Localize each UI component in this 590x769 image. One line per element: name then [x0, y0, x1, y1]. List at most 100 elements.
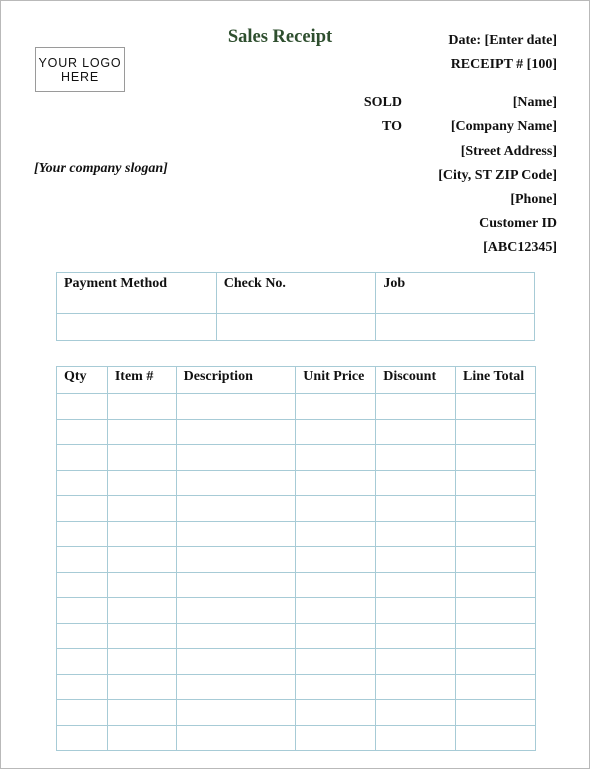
discount-cell[interactable] [375, 597, 457, 624]
description-cell[interactable] [175, 673, 297, 700]
line-total-cell[interactable] [455, 495, 536, 522]
item-number-cell[interactable] [106, 418, 177, 445]
customer-city[interactable]: [City, ST ZIP Code] [438, 168, 557, 184]
qty-cell[interactable] [56, 393, 108, 420]
discount-cell[interactable] [375, 469, 457, 496]
discount-cell[interactable] [375, 444, 457, 471]
qty-cell[interactable] [56, 622, 108, 649]
description-cell[interactable] [175, 648, 297, 675]
description-cell[interactable] [175, 444, 297, 471]
unit-price-cell[interactable] [295, 597, 377, 624]
discount-cell[interactable] [375, 546, 457, 573]
item-number-cell[interactable] [106, 699, 177, 726]
line-total-cell[interactable] [455, 393, 536, 420]
items-table: Qty Item # Description Unit Price Discou… [56, 366, 536, 751]
description-cell[interactable] [175, 546, 297, 573]
line-total-cell[interactable] [455, 546, 536, 573]
item-number-cell[interactable] [106, 648, 177, 675]
unit-price-cell[interactable] [295, 622, 377, 649]
line-total-cell[interactable] [455, 571, 536, 598]
customer-phone[interactable]: [Phone] [510, 192, 557, 208]
discount-cell[interactable] [375, 699, 457, 726]
date-field[interactable]: Date: [Enter date] [448, 33, 557, 49]
line-total-cell[interactable] [455, 622, 536, 649]
discount-cell[interactable] [375, 495, 457, 522]
unit-price-cell[interactable] [295, 571, 377, 598]
qty-cell[interactable] [56, 597, 108, 624]
item-number-cell[interactable] [106, 571, 177, 598]
description-cell[interactable] [175, 724, 297, 751]
unit-price-cell[interactable] [295, 495, 377, 522]
qty-cell[interactable] [56, 546, 108, 573]
item-number-cell[interactable] [106, 469, 177, 496]
check-no-cell[interactable] [215, 313, 377, 341]
description-cell[interactable] [175, 495, 297, 522]
item-number-cell[interactable] [106, 393, 177, 420]
qty-cell[interactable] [56, 469, 108, 496]
description-cell[interactable] [175, 597, 297, 624]
qty-cell[interactable] [56, 418, 108, 445]
item-number-cell[interactable] [106, 597, 177, 624]
qty-cell[interactable] [56, 520, 108, 547]
description-cell[interactable] [175, 520, 297, 547]
unit-price-cell[interactable] [295, 648, 377, 675]
company-slogan[interactable]: [Your company slogan] [34, 161, 168, 177]
logo-text-line2: HERE [61, 69, 99, 84]
unit-price-cell[interactable] [295, 418, 377, 445]
item-number-cell[interactable] [106, 520, 177, 547]
qty-cell[interactable] [56, 648, 108, 675]
unit-price-cell[interactable] [295, 520, 377, 547]
line-total-cell[interactable] [455, 699, 536, 726]
unit-price-cell[interactable] [295, 699, 377, 726]
discount-cell[interactable] [375, 622, 457, 649]
item-number-cell[interactable] [106, 673, 177, 700]
line-total-cell[interactable] [455, 418, 536, 445]
customer-company[interactable]: [Company Name] [451, 119, 557, 135]
qty-cell[interactable] [56, 444, 108, 471]
document-title: Sales Receipt [227, 27, 333, 47]
qty-cell[interactable] [56, 495, 108, 522]
item-number-cell[interactable] [106, 622, 177, 649]
qty-cell[interactable] [56, 673, 108, 700]
item-number-cell[interactable] [106, 724, 177, 751]
description-cell[interactable] [175, 393, 297, 420]
qty-cell[interactable] [56, 699, 108, 726]
receipt-number[interactable]: RECEIPT # [100] [451, 57, 557, 73]
discount-cell[interactable] [375, 724, 457, 751]
discount-cell[interactable] [375, 393, 457, 420]
discount-cell[interactable] [375, 520, 457, 547]
line-total-cell[interactable] [455, 648, 536, 675]
job-cell[interactable] [375, 313, 535, 341]
description-cell[interactable] [175, 469, 297, 496]
line-total-cell[interactable] [455, 469, 536, 496]
unit-price-cell[interactable] [295, 724, 377, 751]
customer-id[interactable]: [ABC12345] [483, 240, 557, 256]
unit-price-cell[interactable] [295, 673, 377, 700]
item-number-cell[interactable] [106, 546, 177, 573]
description-cell[interactable] [175, 418, 297, 445]
item-number-cell[interactable] [106, 444, 177, 471]
line-total-cell[interactable] [455, 724, 536, 751]
qty-cell[interactable] [56, 724, 108, 751]
line-total-cell[interactable] [455, 597, 536, 624]
line-total-cell[interactable] [455, 444, 536, 471]
line-total-cell[interactable] [455, 673, 536, 700]
unit-price-cell[interactable] [295, 444, 377, 471]
customer-name[interactable]: [Name] [513, 95, 557, 111]
description-cell[interactable] [175, 622, 297, 649]
unit-price-cell[interactable] [295, 393, 377, 420]
discount-cell[interactable] [375, 418, 457, 445]
unit-price-cell[interactable] [295, 546, 377, 573]
qty-cell[interactable] [56, 571, 108, 598]
description-cell[interactable] [175, 699, 297, 726]
customer-street[interactable]: [Street Address] [461, 144, 557, 160]
unit-price-cell[interactable] [295, 469, 377, 496]
discount-cell[interactable] [375, 571, 457, 598]
line-total-cell[interactable] [455, 520, 536, 547]
discount-cell[interactable] [375, 648, 457, 675]
description-cell[interactable] [175, 571, 297, 598]
logo-placeholder[interactable]: YOUR LOGO HERE [35, 47, 125, 92]
item-number-cell[interactable] [106, 495, 177, 522]
payment-method-cell[interactable] [56, 313, 217, 341]
discount-cell[interactable] [375, 673, 457, 700]
